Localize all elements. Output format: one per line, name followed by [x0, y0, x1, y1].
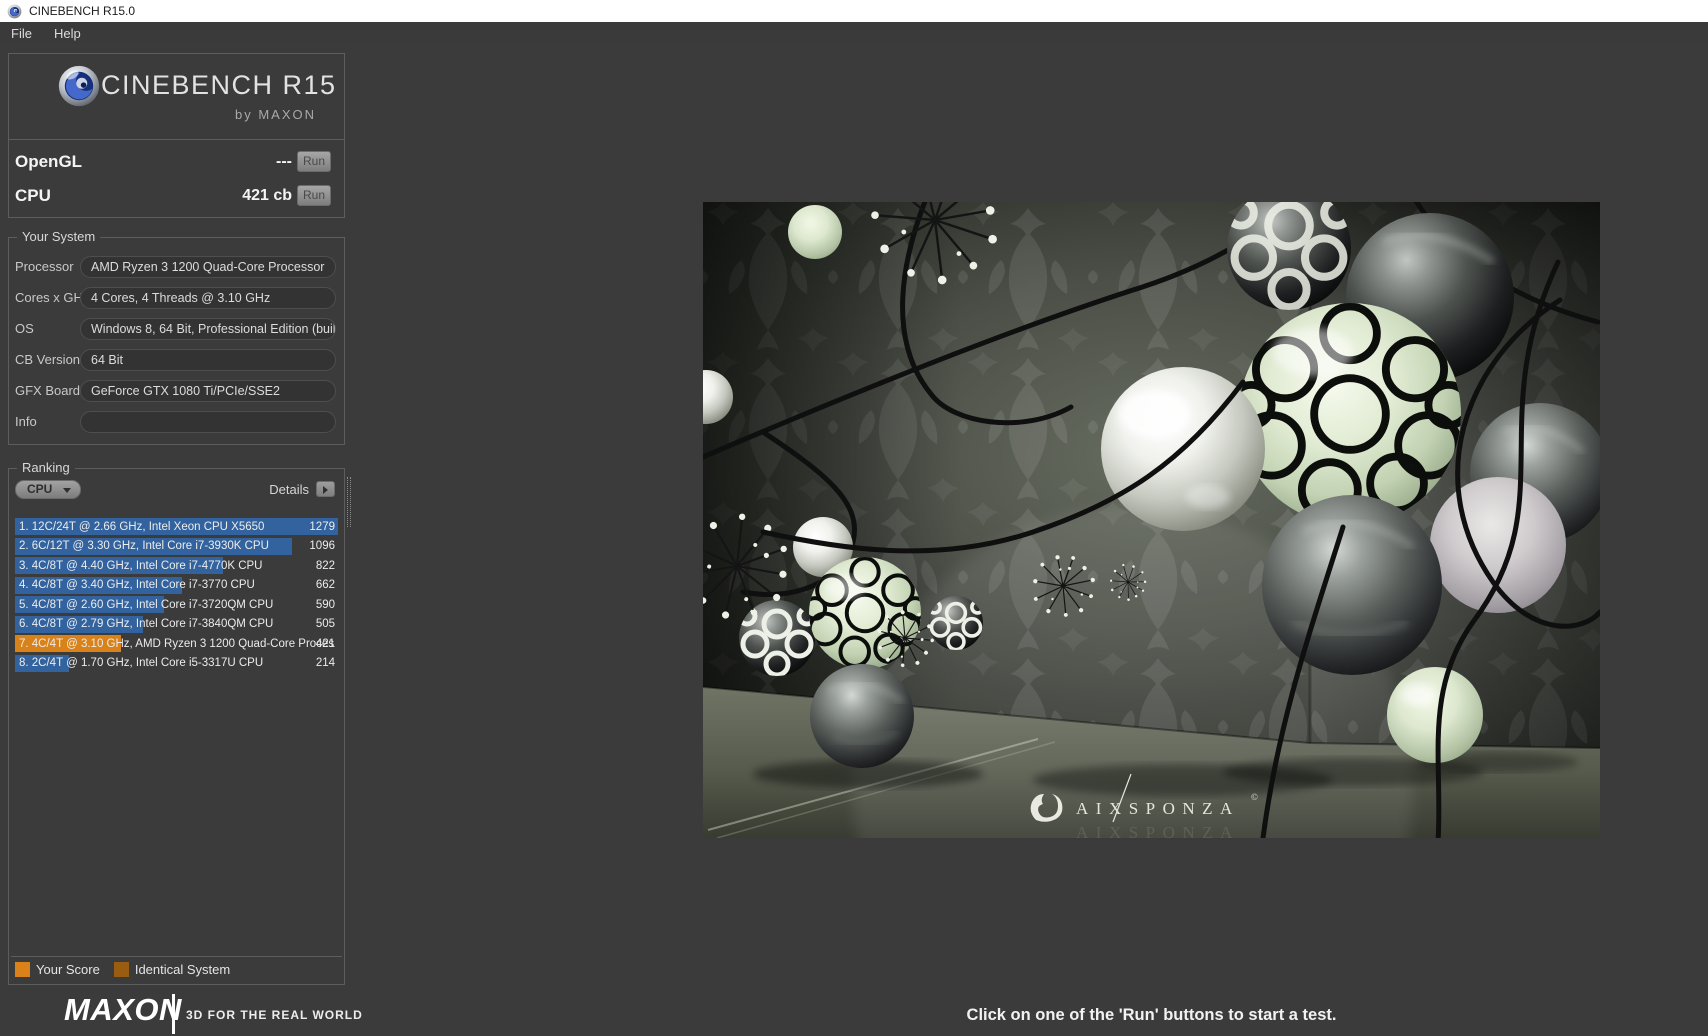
ranking-row-score: 505: [316, 618, 335, 630]
legend-separator: [11, 956, 342, 957]
ranking-row-label: 1. 12C/24T @ 2.66 GHz, Intel Xeon CPU X5…: [19, 521, 264, 533]
ranking-row[interactable]: 3. 4C/8T @ 4.40 GHz, Intel Core i7-4770K…: [15, 557, 338, 574]
system-field-label: OS: [15, 318, 34, 340]
details-button[interactable]: [316, 481, 335, 497]
system-field-label: Cores x GHz: [15, 287, 89, 309]
arrow-right-icon: [323, 486, 328, 494]
ranking-row-score: 214: [316, 657, 335, 669]
system-field-value[interactable]: [80, 411, 336, 433]
ranking-row-label: 4. 4C/8T @ 3.40 GHz, Intel Core i7-3770 …: [19, 579, 255, 591]
ranking-group: Ranking CPU Details 1. 12C/24T @ 2.66 GH…: [8, 468, 345, 985]
system-field-value[interactable]: AMD Ryzen 3 1200 Quad-Core Processor: [80, 256, 336, 278]
ranking-row[interactable]: 5. 4C/8T @ 2.60 GHz, Intel Core i7-3720Q…: [15, 596, 338, 613]
system-field-label: GFX Board: [15, 380, 80, 402]
logo-subtitle: by MAXON: [235, 107, 316, 122]
system-field-value[interactable]: 64 Bit: [80, 349, 336, 371]
ranking-row[interactable]: 2. 6C/12T @ 3.30 GHz, Intel Core i7-3930…: [15, 538, 338, 555]
cpu-run-button[interactable]: Run: [297, 185, 331, 206]
ranking-row[interactable]: 7. 4C/4T @ 3.10 GHz, AMD Ryzen 3 1200 Qu…: [15, 635, 338, 652]
status-message: Click on one of the 'Run' buttons to sta…: [703, 1006, 1600, 1025]
maxon-logo: MAXON: [64, 992, 182, 1028]
system-field-row: CB Version64 Bit: [9, 345, 344, 376]
window-title: CINEBENCH R15.0: [29, 4, 135, 18]
cinema4d-ball-icon: [57, 64, 101, 108]
cpu-row: CPU 421 cb Run: [9, 185, 344, 207]
your-system-group: Your System ProcessorAMD Ryzen 3 1200 Qu…: [8, 237, 345, 445]
ranking-type-dropdown[interactable]: CPU: [15, 480, 81, 499]
window-titlebar: CINEBENCH R15.0: [0, 0, 1708, 22]
aixsponza-copyright: ©: [1251, 792, 1258, 802]
panel-splitter[interactable]: [347, 477, 351, 527]
benchmark-panel: CINEBENCH R15 by MAXON OpenGL --- Run CP…: [8, 53, 345, 218]
ranking-row-label: 5. 4C/8T @ 2.60 GHz, Intel Core i7-3720Q…: [19, 599, 273, 611]
opengl-score: ---: [276, 151, 292, 173]
ranking-row-score: 1279: [309, 521, 335, 533]
cinebench-logo: CINEBENCH R15 by MAXON: [9, 54, 344, 140]
watermark-reflection: AIXSPONZA: [1076, 823, 1240, 838]
cpu-score: 421 cb: [242, 185, 292, 207]
chevron-down-icon: [63, 488, 71, 493]
system-field-row: GFX BoardGeForce GTX 1080 Ti/PCIe/SSE2: [9, 376, 344, 407]
ranking-row[interactable]: 1. 12C/24T @ 2.66 GHz, Intel Xeon CPU X5…: [15, 518, 338, 535]
menu-bar: File Help: [0, 22, 1708, 45]
aixsponza-watermark: AIXSPONZA: [1076, 799, 1240, 818]
ranking-title: Ranking: [17, 460, 75, 475]
ranking-type-value: CPU: [27, 481, 52, 498]
opengl-row: OpenGL --- Run: [9, 151, 344, 173]
system-field-row: OS Windows 8, 64 Bit, Professional Editio…: [9, 314, 344, 345]
cpu-label: CPU: [15, 185, 51, 207]
system-field-value[interactable]: Windows 8, 64 Bit, Professional Edition …: [80, 318, 336, 340]
ranking-row-label: 3. 4C/8T @ 4.40 GHz, Intel Core i7-4770K…: [19, 560, 263, 572]
app-window-icon: [7, 4, 22, 19]
ranking-row-label: 2. 6C/12T @ 3.30 GHz, Intel Core i7-3930…: [19, 540, 269, 552]
system-field-row: Cores x GHz4 Cores, 4 Threads @ 3.10 GHz: [9, 283, 344, 314]
legend-label: Identical System: [135, 962, 230, 977]
system-fields: Processor AMD Ryzen 3 1200 Quad-Core Proc…: [9, 252, 344, 438]
ranking-row-score: 421: [316, 638, 335, 650]
system-field-label: Info: [15, 411, 37, 433]
maxon-divider: [172, 994, 175, 1034]
system-field-row: Info: [9, 407, 344, 438]
render-preview-image: AIXSPONZA © AIXSPONZA: [703, 202, 1600, 838]
legend-swatch: [15, 962, 30, 977]
ranking-row-score: 1096: [309, 540, 335, 552]
ranking-row-score: 590: [316, 599, 335, 611]
system-field-value[interactable]: GeForce GTX 1080 Ti/PCIe/SSE2: [80, 380, 336, 402]
menu-help[interactable]: Help: [43, 22, 92, 45]
ranking-legend: Your Score Identical System: [15, 961, 244, 978]
legend-label: Your Score: [36, 962, 100, 977]
ranking-row-score: 662: [316, 579, 335, 591]
logo-title: CINEBENCH R15: [101, 70, 337, 101]
ranking-list: 1. 12C/24T @ 2.66 GHz, Intel Xeon CPU X5…: [15, 518, 338, 674]
ranking-row[interactable]: 8. 2C/4T @ 1.70 GHz, Intel Core i5-3317U…: [15, 655, 338, 672]
opengl-label: OpenGL: [15, 151, 82, 173]
system-field-value[interactable]: 4 Cores, 4 Threads @ 3.10 GHz: [80, 287, 336, 309]
ranking-row-label: 8. 2C/4T @ 1.70 GHz, Intel Core i5-3317U…: [19, 657, 263, 669]
ranking-row[interactable]: 4. 4C/8T @ 3.40 GHz, Intel Core i7-3770 …: [15, 577, 338, 594]
system-field-label: CB Version: [15, 349, 80, 371]
menu-file[interactable]: File: [0, 22, 43, 45]
opengl-run-button[interactable]: Run: [297, 151, 331, 172]
your-system-title: Your System: [17, 229, 100, 244]
ranking-row-label: 6. 4C/8T @ 2.79 GHz, Intel Core i7-3840Q…: [19, 618, 273, 630]
ranking-row-label: 7. 4C/4T @ 3.10 GHz, AMD Ryzen 3 1200 Qu…: [19, 638, 334, 650]
details-label: Details: [269, 482, 309, 497]
system-field-row: Processor AMD Ryzen 3 1200 Quad-Core Proc…: [9, 252, 344, 283]
ranking-row[interactable]: 6. 4C/8T @ 2.79 GHz, Intel Core i7-3840Q…: [15, 616, 338, 633]
ranking-row-score: 822: [316, 560, 335, 572]
legend-swatch: [114, 962, 129, 977]
maxon-tagline: 3D FOR THE REAL WORLD: [186, 1008, 363, 1022]
system-field-label: Processor: [15, 256, 74, 278]
